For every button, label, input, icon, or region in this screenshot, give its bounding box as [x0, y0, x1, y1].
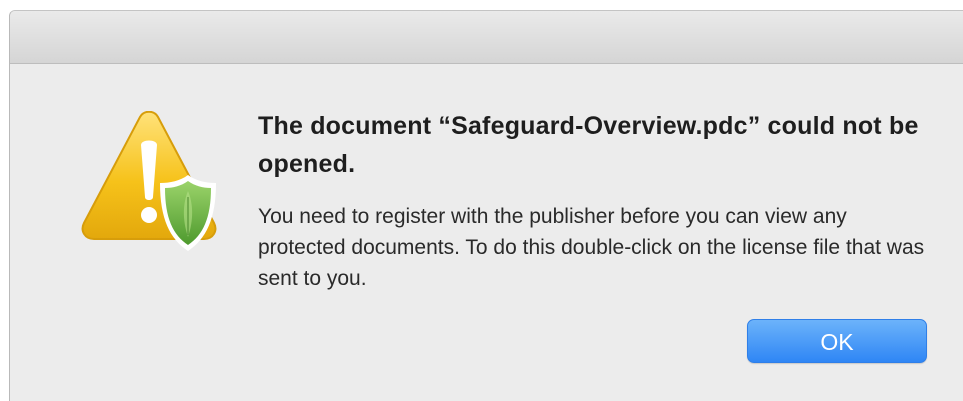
- alert-dialog: The document “Safeguard-Overview.pdc” co…: [9, 10, 963, 401]
- dialog-titlebar[interactable]: [10, 11, 963, 64]
- dialog-title: The document “Safeguard-Overview.pdc” co…: [258, 112, 919, 178]
- dialog-message: You need to register with the publisher …: [258, 205, 925, 290]
- warning-shield-icon-graphic: [81, 110, 217, 251]
- ok-button[interactable]: OK: [747, 319, 927, 363]
- warning-shield-icon: [78, 110, 224, 261]
